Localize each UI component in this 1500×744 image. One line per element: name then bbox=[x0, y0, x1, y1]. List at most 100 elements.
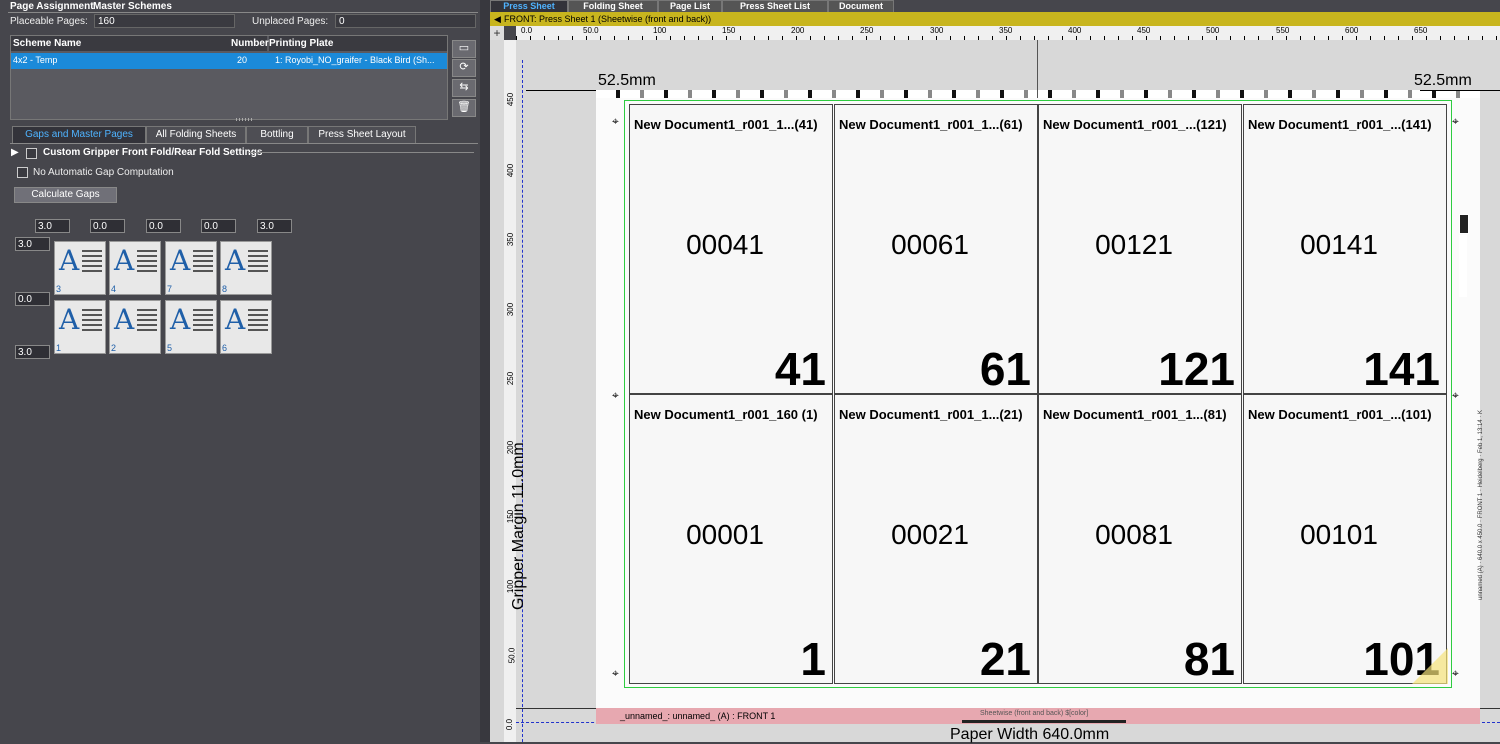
page-title: New Document1_r001_160 (1) bbox=[634, 407, 818, 422]
col-printing-plate[interactable]: Printing Plate bbox=[269, 36, 447, 51]
unplaced-pages-field[interactable]: 0 bbox=[335, 14, 476, 28]
no-auto-gap-checkbox[interactable] bbox=[17, 167, 28, 178]
crosshair-icon: ⌖ bbox=[612, 666, 619, 680]
crosshair-icon: ⌖ bbox=[1452, 388, 1459, 402]
page-cell[interactable]: New Document1_r001_...(121) 00121 121 bbox=[1038, 104, 1242, 394]
page-a-icon: A bbox=[114, 244, 135, 277]
tab-bottling[interactable]: Bottling bbox=[246, 126, 308, 144]
new-scheme-icon[interactable]: ▭ bbox=[452, 40, 476, 58]
left-margin-dimension: 52.5mm bbox=[598, 72, 656, 89]
gap-field-top[interactable]: 3.0 bbox=[35, 219, 70, 233]
side-info-mark: unnamed (A) · 640.0 x 450.0 · FRONT 1 · … bbox=[1478, 410, 1484, 600]
page-number: 1 bbox=[800, 633, 826, 685]
right-margin-dimension: 52.5mm bbox=[1414, 72, 1472, 89]
calculate-gaps-button[interactable]: Calculate Gaps bbox=[14, 187, 117, 203]
placeable-pages-label: Placeable Pages: bbox=[10, 16, 88, 27]
refresh-icon[interactable]: ⟳ bbox=[452, 59, 476, 77]
master-schemes-title: Master Schemes bbox=[93, 1, 172, 12]
page-thumbnail[interactable]: A8 bbox=[220, 241, 272, 295]
unplaced-pages-label: Unplaced Pages: bbox=[252, 16, 329, 27]
col-scheme-name[interactable]: Scheme Name bbox=[11, 36, 231, 51]
col-number[interactable]: Number bbox=[231, 36, 269, 51]
gap-field-side[interactable]: 0.0 bbox=[15, 292, 50, 306]
panel-title: Page Assignment bbox=[10, 1, 94, 12]
page-code: 00021 bbox=[891, 519, 969, 550]
page-cell[interactable]: New Document1_r001_1...(41) 00041 41 bbox=[629, 104, 833, 394]
registration-strip bbox=[1459, 235, 1467, 297]
page-code: 00121 bbox=[1095, 229, 1173, 260]
page-thumbnail[interactable]: A7 bbox=[165, 241, 217, 295]
ruler-gutter bbox=[490, 40, 504, 742]
gap-field-side[interactable]: 3.0 bbox=[15, 345, 50, 359]
splitter-grip-icon[interactable] bbox=[236, 118, 252, 121]
page-thumbnail[interactable]: A3 bbox=[54, 241, 106, 295]
page-title: New Document1_r001_1...(81) bbox=[1043, 407, 1227, 422]
sheet-title-bar: ◀ FRONT: Press Sheet 1 (Sheetwise (front… bbox=[490, 12, 1500, 26]
page-thumbnail[interactable]: A2 bbox=[109, 300, 161, 354]
page-number: 121 bbox=[1158, 343, 1235, 395]
dimension-line bbox=[526, 90, 596, 91]
gap-field-side[interactable]: 3.0 bbox=[15, 237, 50, 251]
ruler-origin-icon[interactable]: + bbox=[490, 26, 504, 40]
custom-gripper-label: Custom Gripper Front Fold/Rear Fold Sett… bbox=[43, 147, 263, 158]
page-cell[interactable]: New Document1_r001_...(101) 00101 101 bbox=[1243, 394, 1447, 684]
sheet-info-text: _unnamed_: unnamed_ (A) : FRONT 1 bbox=[620, 711, 776, 721]
gap-field-top[interactable]: 0.0 bbox=[146, 219, 181, 233]
page-code: 00101 bbox=[1300, 519, 1378, 550]
divider bbox=[8, 12, 478, 13]
gripper-guide bbox=[522, 60, 523, 742]
divider bbox=[248, 152, 474, 153]
page-thumbnail[interactable]: A4 bbox=[109, 241, 161, 295]
page-cell[interactable]: New Document1_r001_1...(61) 00061 61 bbox=[834, 104, 1038, 394]
registration-mark bbox=[1459, 214, 1469, 234]
page-a-icon: A bbox=[225, 244, 246, 277]
assign-icon[interactable]: ⇆ bbox=[452, 79, 476, 97]
crosshair-icon: ⌖ bbox=[1452, 666, 1459, 680]
page-thumbnail[interactable]: A1 bbox=[54, 300, 106, 354]
gripper-margin-label: Gripper Margin 11.0mm bbox=[510, 442, 527, 610]
gap-field-top[interactable]: 0.0 bbox=[201, 219, 236, 233]
page-cell[interactable]: New Document1_r001_...(141) 00141 141 bbox=[1243, 104, 1447, 394]
tab-gaps-master[interactable]: Gaps and Master Pages bbox=[12, 126, 146, 144]
page-thumbnail[interactable]: A6 bbox=[220, 300, 272, 354]
table-row[interactable]: 4x2 - Temp 20 1: Royobi_NO_graifer - Bla… bbox=[11, 53, 447, 69]
gap-field-top[interactable]: 0.0 bbox=[90, 219, 125, 233]
page-a-icon: A bbox=[59, 244, 80, 277]
custom-gripper-checkbox[interactable] bbox=[26, 148, 37, 159]
page-number: 41 bbox=[774, 343, 826, 395]
ruler-left[interactable]: 450 400 350 300 250 200 150 100 50.0 0.0 bbox=[504, 40, 516, 742]
page-title: New Document1_r001_...(141) bbox=[1248, 117, 1432, 132]
press-sheet-canvas[interactable]: 52.5mm 52.5mm _unnamed_: unnamed_ (A) : … bbox=[510, 40, 1500, 743]
page-code: 00061 bbox=[891, 229, 969, 260]
sheet-info-text-2: Sheetwise (front and back) $[color] bbox=[980, 710, 1089, 717]
page-code: 00041 bbox=[686, 229, 764, 260]
page-a-icon: A bbox=[114, 303, 135, 336]
page-cell[interactable]: New Document1_r001_1...(21) 00021 21 bbox=[834, 394, 1038, 684]
ruler-top[interactable]: 0.0 50.0 100 150 200 250 300 350 400 450… bbox=[516, 26, 1500, 40]
page-thumbnail[interactable]: A5 bbox=[165, 300, 217, 354]
tab-press-sheet-layout[interactable]: Press Sheet Layout bbox=[308, 126, 416, 144]
tab-all-folding[interactable]: All Folding Sheets bbox=[146, 126, 246, 144]
page-number: 21 bbox=[979, 633, 1031, 685]
paper-width-label: Paper Width 640.0mm bbox=[950, 726, 1110, 743]
panel-splitter[interactable] bbox=[480, 0, 490, 742]
page-cell[interactable]: New Document1_r001_160 (1) 00001 1 bbox=[629, 394, 833, 684]
cell-plate: 1: Royobi_NO_graifer - Black Bird (Sh... bbox=[275, 55, 435, 65]
page-number: 61 bbox=[979, 343, 1031, 395]
gap-field-top[interactable]: 3.0 bbox=[257, 219, 292, 233]
placeable-pages-field[interactable]: 160 bbox=[94, 14, 235, 28]
strip-bar bbox=[962, 720, 1126, 723]
page-title: New Document1_r001_1...(21) bbox=[839, 407, 1023, 422]
expand-arrow-icon[interactable]: ▶ bbox=[11, 147, 19, 158]
cell-scheme: 4x2 - Temp bbox=[13, 55, 58, 65]
no-auto-gap-label: No Automatic Gap Computation bbox=[33, 167, 174, 178]
page-number: 141 bbox=[1363, 343, 1440, 395]
scheme-table: Scheme Name Number Printing Plate 4x2 - … bbox=[10, 35, 448, 120]
page-a-icon: A bbox=[59, 303, 80, 336]
page-cell[interactable]: New Document1_r001_1...(81) 00081 81 bbox=[1038, 394, 1242, 684]
page-assignment-panel: Page Assignment Master Schemes Placeable… bbox=[0, 0, 480, 742]
back-arrow-icon[interactable]: ◀ bbox=[494, 12, 501, 26]
page-a-icon: A bbox=[225, 303, 246, 336]
trash-icon[interactable]: 🗑 bbox=[452, 99, 476, 117]
cell-number: 20 bbox=[237, 55, 248, 65]
